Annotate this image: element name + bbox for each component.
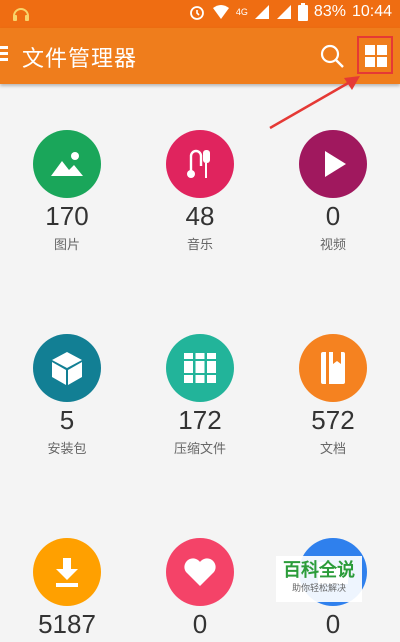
image-icon [33,130,101,198]
documents-count: 572 [311,405,355,435]
download-icon [33,538,101,606]
archives-count: 172 [178,405,222,435]
battery-percent: 83% [313,3,346,20]
category-music[interactable]: 48 音乐 [140,130,260,253]
images-label: 图片 [53,237,80,252]
annotation-arrow [269,76,360,130]
archives-label: 压缩文件 [173,441,226,456]
battery-icon [297,3,308,21]
category-documents[interactable]: 572 文档 [273,334,393,457]
video-count: 0 [325,201,341,231]
status-time: 10:44 [351,3,392,20]
music-label: 音乐 [186,237,213,252]
favorites-count: 0 [192,609,208,639]
status-bar: 4G 83% 10:44 [0,0,400,28]
video-label: 视频 [319,237,346,252]
other-count: 0 [325,609,341,639]
music-count: 48 [185,201,215,231]
signal-icon-2 [276,5,291,19]
downloads-count: 5187 [38,609,96,639]
category-archives[interactable]: 172 压缩文件 [140,334,260,457]
packages-label: 安装包 [47,441,87,456]
images-count: 170 [45,201,89,231]
document-icon [299,334,367,402]
signal-icon [254,5,269,19]
page-title: 文件管理器 [22,46,138,71]
documents-label: 文档 [319,441,346,456]
category-video[interactable]: 0 视频 [273,130,393,253]
archive-icon [166,334,234,402]
category-images[interactable]: 170 图片 [7,130,127,253]
alarm-icon [190,6,204,20]
package-icon [33,334,101,402]
headset-notification-icon [10,3,32,25]
watermark-subtitle: 助你轻松解决 [291,583,346,593]
packages-count: 5 [59,405,75,435]
play-icon [299,130,367,198]
heart-icon [166,538,234,606]
network-type: 4G [235,7,248,17]
category-downloads[interactable]: 5187 [7,538,127,642]
watermark: 百科全说 助你轻松解决 [276,556,362,602]
watermark-title: 百科全说 [283,560,355,580]
menu-icon[interactable] [0,43,10,67]
music-icon [166,130,234,198]
wifi-icon [212,5,229,19]
category-packages[interactable]: 5 安装包 [7,334,127,457]
category-favorites[interactable]: 0 [140,538,260,642]
